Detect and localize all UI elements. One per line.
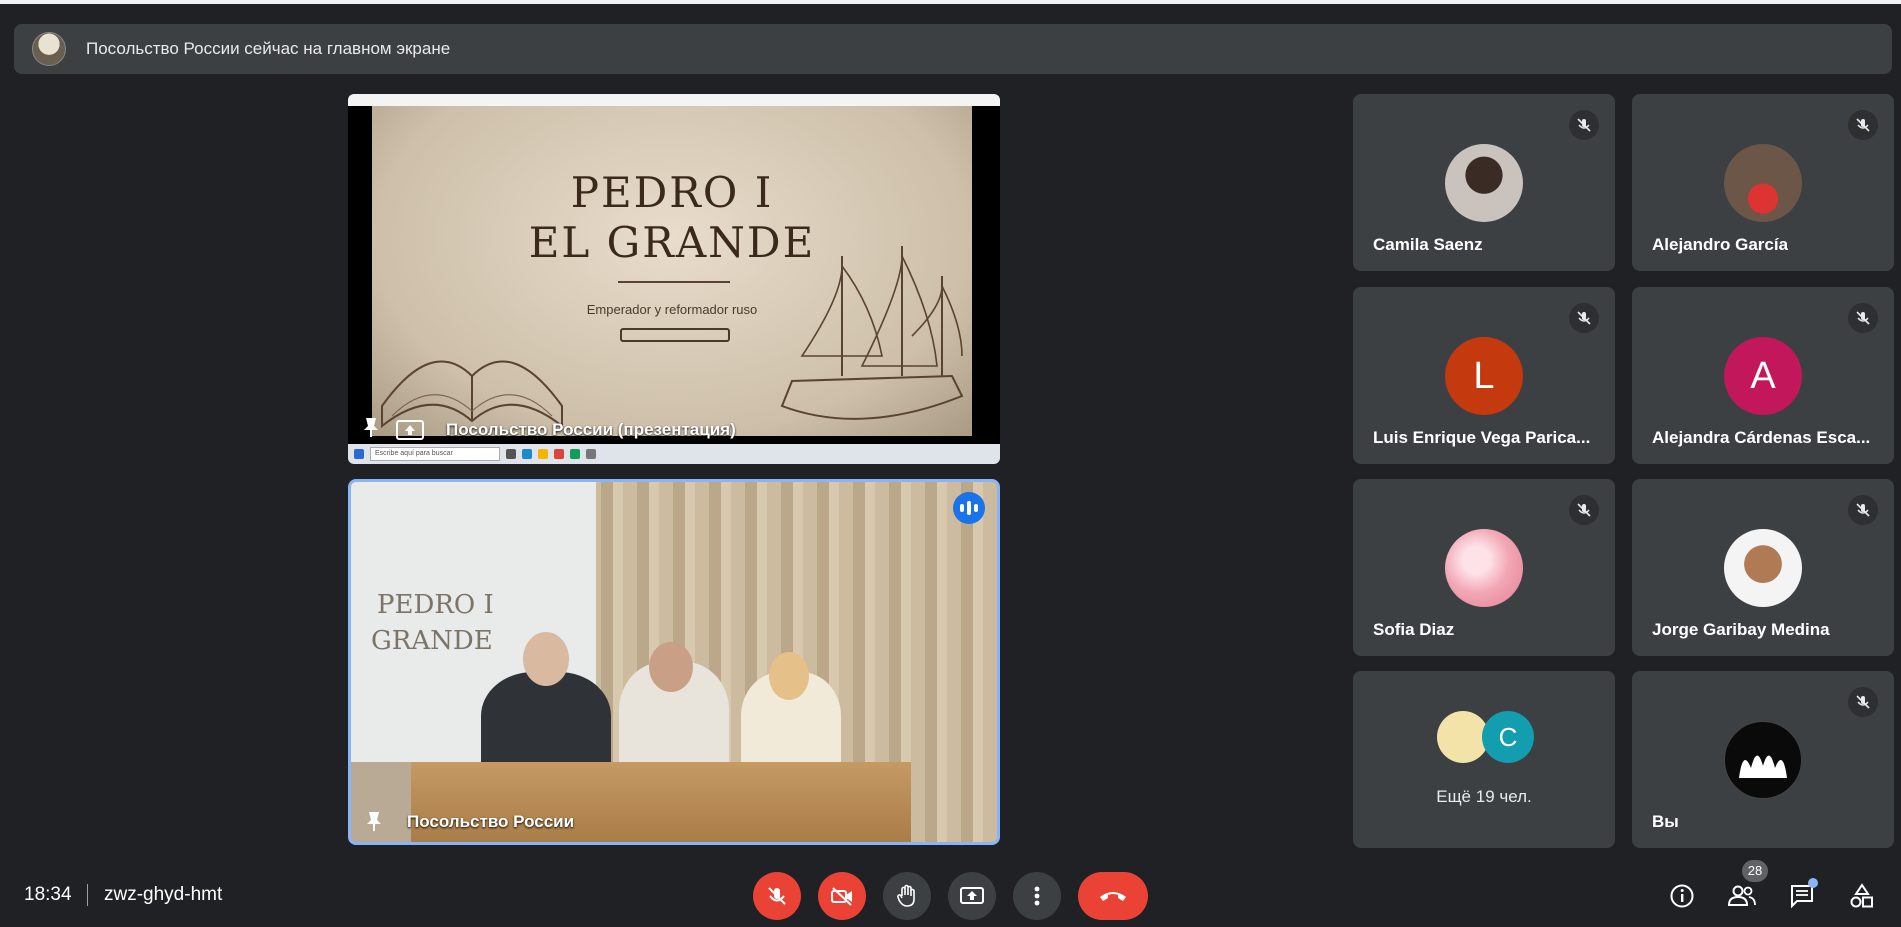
leave-call-button[interactable]: [1078, 872, 1148, 920]
projected-text-line2: GRANDE: [371, 626, 493, 656]
camera-toggle-button[interactable]: [818, 872, 866, 920]
slide-title-line1: PEDRO I: [570, 168, 774, 217]
pin-icon[interactable]: [365, 810, 383, 832]
raise-hand-button[interactable]: [883, 872, 931, 920]
participant-name: Luis Enrique Vega Parica...: [1373, 428, 1591, 447]
people-button[interactable]: [1724, 878, 1760, 914]
projected-text-line1: PEDRO I: [377, 590, 494, 620]
shared-taskbar: Escribe aquí para buscar: [348, 444, 1000, 464]
taskbar-app-icon: [522, 449, 532, 459]
mic-off-icon: [1848, 495, 1878, 525]
people-count-badge: 28: [1742, 860, 1768, 882]
info-icon: [1670, 884, 1694, 908]
shared-window-titlebar: [348, 94, 1000, 106]
participant-avatar: A: [1724, 337, 1802, 415]
participant-name: Sofia Diaz: [1373, 620, 1455, 639]
chat-unread-dot: [1808, 878, 1818, 888]
presentation-label: Посольство России (презентация): [446, 420, 736, 439]
person-left-head: [523, 632, 569, 686]
mic-off-icon: [1848, 687, 1878, 717]
more-participants-tile[interactable]: C Ещё 19 чел.: [1353, 671, 1615, 848]
participant-name: Camila Saenz: [1373, 235, 1483, 254]
hand-icon: [897, 884, 915, 907]
taskbar-app-icon: [506, 449, 516, 459]
mic-off-icon: [1848, 303, 1878, 333]
shared-slide: PEDRO I EL GRANDE Emperador y reformador…: [372, 106, 972, 436]
participant-name: Jorge Garibay Medina: [1652, 620, 1830, 639]
slide-subtitle: Emperador y reformador ruso: [586, 302, 758, 317]
participant-avatar: [1724, 529, 1802, 607]
participant-tile[interactable]: Sofia Diaz: [1353, 479, 1615, 656]
participant-name: Вы: [1652, 812, 1679, 831]
conference-table: [411, 762, 911, 842]
footer-separator: [87, 884, 88, 906]
taskbar-app-icon: [538, 449, 548, 459]
present-screen-icon: [960, 887, 984, 904]
camera-label: Посольство России: [407, 812, 575, 831]
mic-off-icon: [1569, 495, 1599, 525]
participant-tile[interactable]: Jorge Garibay Medina: [1632, 479, 1894, 656]
mic-off-icon: [768, 887, 786, 905]
participant-avatar: [1445, 529, 1523, 607]
mic-off-icon: [1569, 110, 1599, 140]
speaking-indicator-icon: [953, 492, 985, 524]
participant-tile[interactable]: Camila Saenz: [1353, 94, 1615, 271]
participant-avatar: C: [1482, 711, 1534, 763]
taskbar-app-icon: [570, 449, 580, 459]
top-edge: [0, 0, 1901, 4]
presenter-avatar: [32, 32, 66, 66]
participant-avatar: [1724, 144, 1802, 222]
slide-divider: [618, 281, 730, 283]
book-illustration: [381, 360, 563, 429]
person-right-head: [769, 652, 809, 700]
presentation-tile[interactable]: PEDRO I EL GRANDE Emperador y reformador…: [348, 94, 1000, 464]
participant-tile[interactable]: L Luis Enrique Vega Parica...: [1353, 287, 1615, 464]
participant-tile[interactable]: A Alejandra Cárdenas Esca...: [1632, 287, 1894, 464]
participant-name: Alejandro García: [1652, 235, 1789, 254]
activities-button[interactable]: [1844, 878, 1880, 914]
present-screen-icon: [396, 420, 424, 440]
mic-off-icon: [1848, 110, 1878, 140]
meeting-info-button[interactable]: [1664, 878, 1700, 914]
taskbar-app-icon: [554, 449, 564, 459]
activities-icon: [1850, 883, 1873, 908]
pin-icon[interactable]: [362, 416, 380, 438]
participant-avatar: [1445, 144, 1523, 222]
spyglass-illustration: [620, 328, 730, 342]
people-icon: [1727, 885, 1756, 906]
call-end-icon: [1100, 892, 1126, 901]
self-tile[interactable]: Вы: [1632, 671, 1894, 848]
taskbar-app-icon: [586, 449, 596, 459]
slide-title-line2: EL GRANDE: [528, 218, 816, 267]
speaker-camera-tile[interactable]: PEDRO I GRANDE Посольство России: [348, 479, 1000, 845]
participant-tile[interactable]: Alejandro García: [1632, 94, 1894, 271]
presenting-banner: Посольство России сейчас на главном экра…: [14, 24, 1892, 74]
clock: 18:34: [24, 884, 72, 905]
more-options-button[interactable]: [1013, 872, 1061, 920]
videocam-off-icon: [831, 887, 852, 906]
participant-name: Alejandra Cárdenas Esca...: [1652, 428, 1871, 447]
participant-avatar: L: [1445, 337, 1523, 415]
taskbar-search: Escribe aquí para buscar: [370, 447, 500, 461]
more-participants-label: Ещё 19 чел.: [1436, 787, 1532, 806]
meeting-code: zwz-ghyd-hmt: [104, 884, 223, 905]
mic-toggle-button[interactable]: [753, 872, 801, 920]
present-button[interactable]: [948, 872, 996, 920]
mic-off-icon: [1569, 303, 1599, 333]
banner-text: Посольство России сейчас на главном экра…: [86, 39, 451, 58]
windows-start-icon: [354, 449, 364, 459]
person-middle-head: [649, 642, 693, 692]
more-vert-icon: [1034, 886, 1040, 906]
participant-avatar: [1724, 721, 1802, 799]
